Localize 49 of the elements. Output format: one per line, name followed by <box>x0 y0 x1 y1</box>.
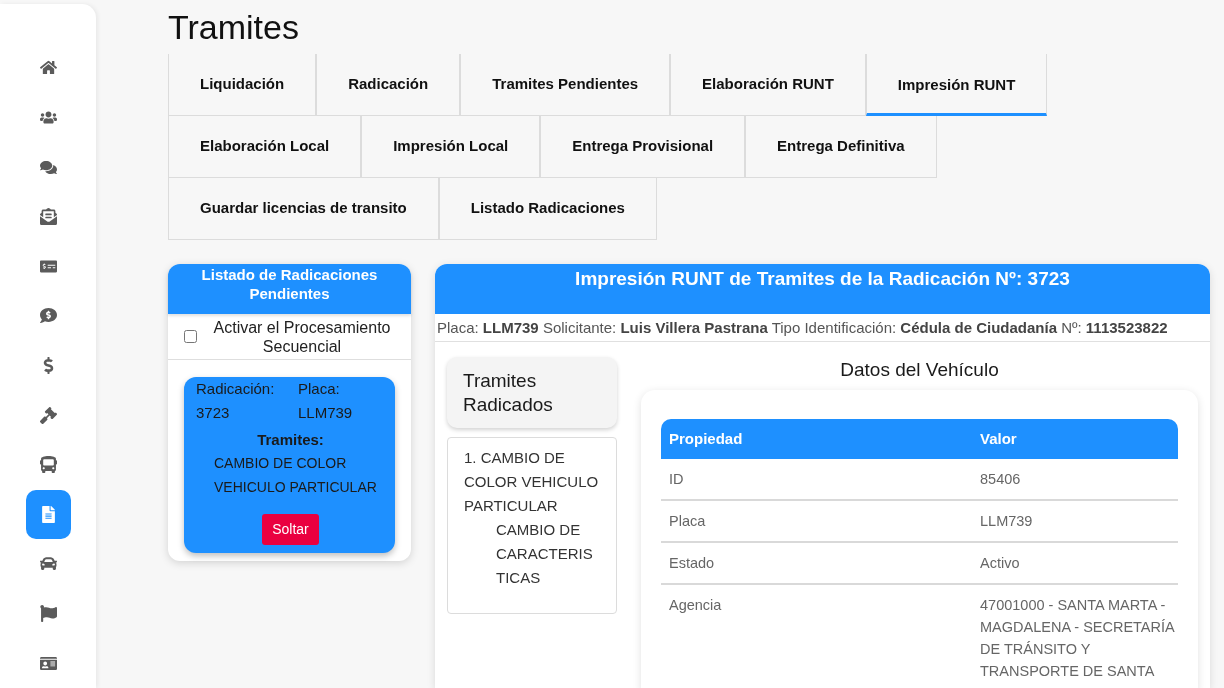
tab[interactable]: Impresión Local <box>361 116 541 178</box>
id-card-icon <box>39 654 57 672</box>
table-cell-text: Activo <box>980 554 1021 573</box>
table-cell-text: ID <box>668 470 685 489</box>
table-cell-text: Agencia <box>668 596 723 615</box>
table-cell-text: 47001000 - SANTA MARTA - MAGDALENA - SECRETARÍA DE TRÁNSITO Y TRANSPORTE DE SANTA <box>980 596 1176 681</box>
flag-icon <box>39 605 57 622</box>
tab[interactable]: Radicación <box>316 54 461 116</box>
column-header: Propiedad <box>668 428 744 449</box>
tab[interactable]: Liquidación <box>168 54 317 116</box>
tramite-text: CAMBIO DE COLOR VEHICULO PARTICULAR <box>214 454 378 497</box>
table-cell-text: 85406 <box>980 470 1022 489</box>
tab[interactable]: Tramites Pendientes <box>460 54 671 116</box>
dollar-bubble-icon <box>39 307 57 325</box>
tab[interactable]: Guardar licencias de transito <box>168 178 439 240</box>
section-title: Datos del Vehículo <box>840 358 999 382</box>
open-envelope-icon <box>39 208 57 226</box>
field-label: Placa: <box>298 379 341 399</box>
list-item-text: 1. CAMBIO DE COLOR VEHICULO PARTICULAR <box>464 448 600 516</box>
tab[interactable]: Elaboración Local <box>168 116 362 178</box>
document-icon <box>39 505 57 523</box>
sequential-checkbox[interactable] <box>184 330 197 343</box>
checkbox-label: Activar el Procesamiento Secuencial <box>212 317 392 356</box>
speech-bubbles-icon <box>39 158 57 176</box>
applicant-info: Placa: LLM739 Solicitante: Luis Villera Pastrana Tipo Identificación: Cédula de Ciudadanía Nº: 1113523822 <box>437 317 1168 338</box>
field-value: LLM739 <box>298 403 354 423</box>
tab[interactable]: Listado Radicaciones <box>438 178 657 240</box>
tab[interactable]: Entrega Definitiva <box>745 116 937 178</box>
home-icon <box>39 59 57 77</box>
sidebar-button[interactable] <box>25 489 71 539</box>
gavel-icon <box>39 406 57 424</box>
list-item-text: CAMBIO DE CARACTERISTICAS <box>496 520 594 588</box>
bus-icon <box>39 456 57 474</box>
table-cell-text: LLM739 <box>980 512 1034 531</box>
tab[interactable]: Impresión RUNT <box>865 54 1048 116</box>
tab[interactable]: Elaboración RUNT <box>670 54 866 116</box>
table-cell-text: Estado <box>668 554 716 573</box>
tab[interactable]: Entrega Provisional <box>540 116 746 178</box>
table-cell-text: Placa <box>668 512 707 531</box>
page-title: Tramites <box>168 7 299 48</box>
section-heading: Tramites Radicados <box>447 357 617 428</box>
field-value: 3723 <box>196 403 231 423</box>
car-icon <box>39 555 57 573</box>
tramites-label: Tramites: <box>257 430 324 450</box>
panel-header: Listado de Radicaciones Pendientes <box>168 264 411 314</box>
field-label: Radicación: <box>196 379 276 399</box>
column-header: Valor <box>980 428 1018 449</box>
panel-header: Impresión RUNT de Tramites de la Radicación Nº: 3723 <box>435 264 1210 314</box>
release-button[interactable]: Soltar <box>262 514 319 545</box>
